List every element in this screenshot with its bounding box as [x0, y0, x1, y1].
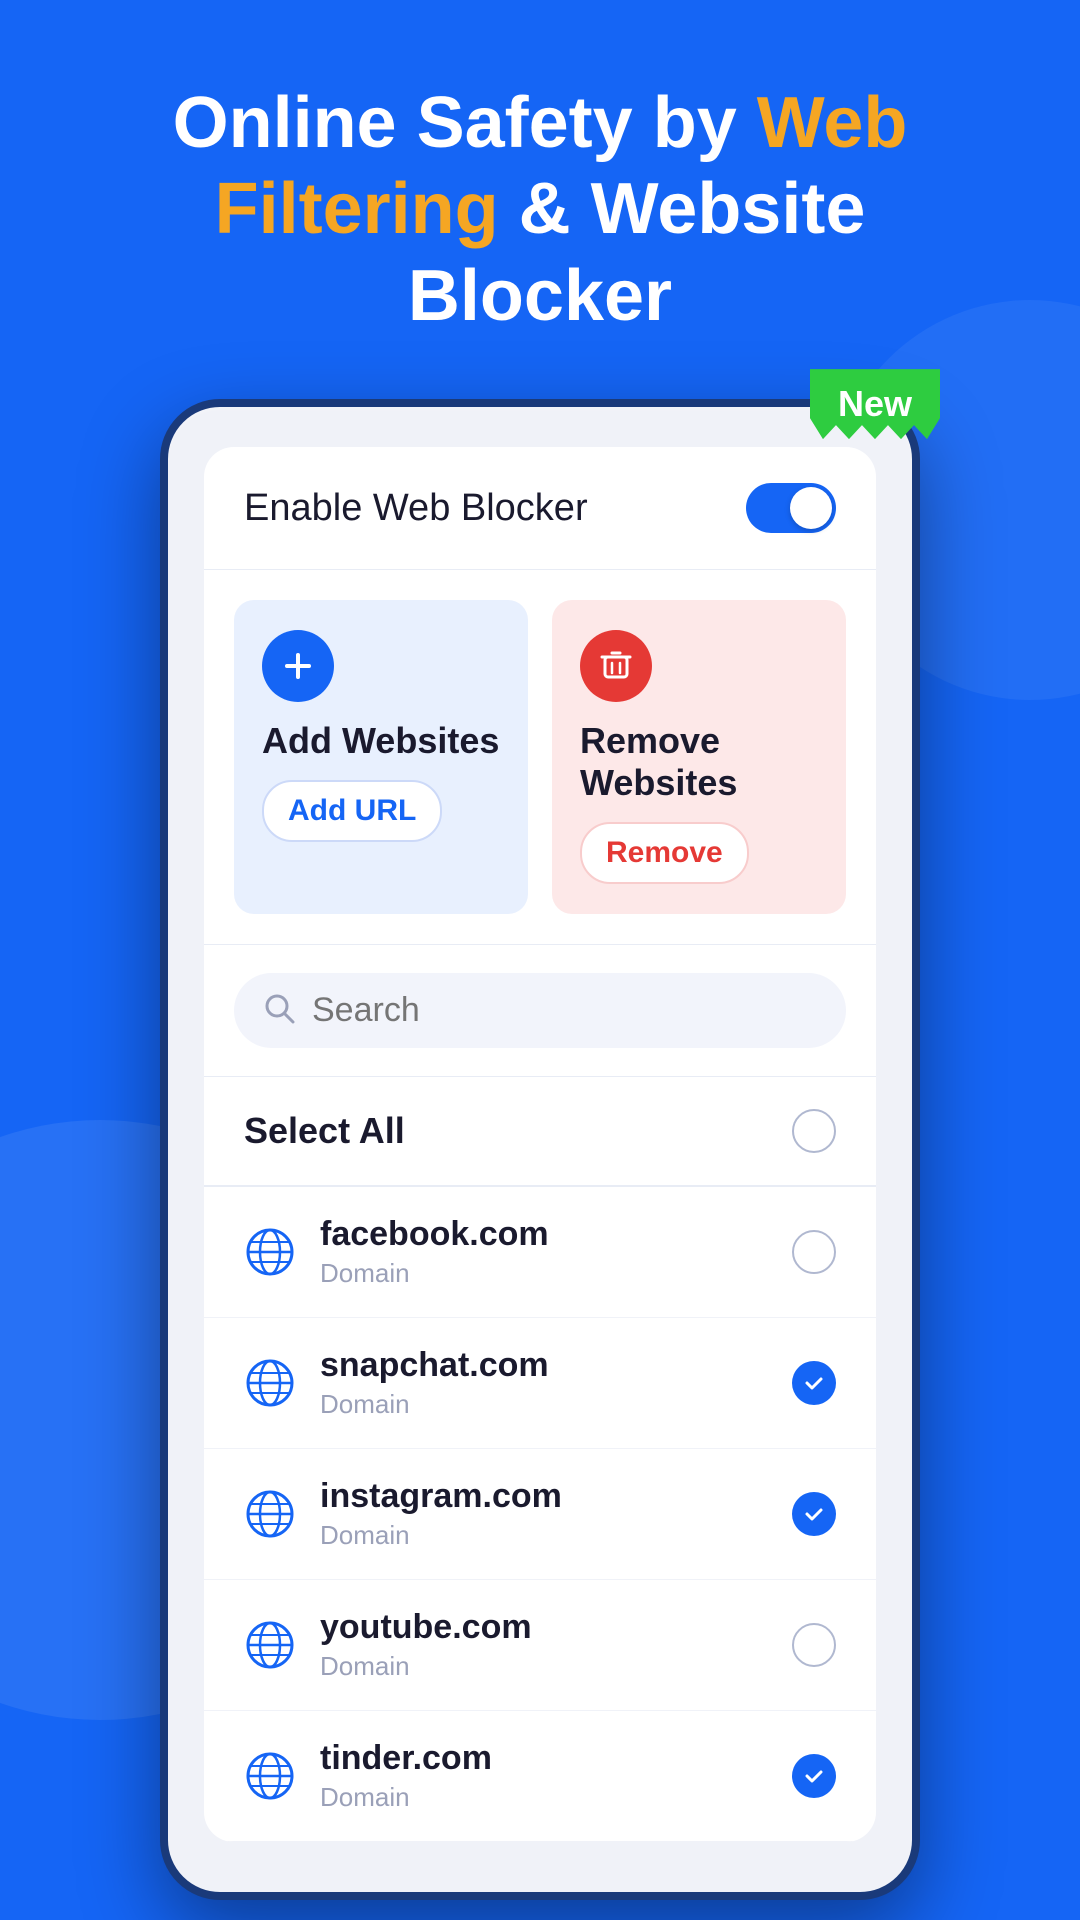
phone-content: Enable Web Blocker Add Websites: [204, 447, 876, 1842]
globe-icon: [244, 1488, 296, 1540]
website-info-facebook: facebook.com Domain: [320, 1215, 768, 1289]
website-type: Domain: [320, 1782, 768, 1813]
website-item-snapchat[interactable]: snapchat.com Domain: [204, 1318, 876, 1449]
search-section: [204, 945, 876, 1077]
enable-web-blocker-label: Enable Web Blocker: [244, 487, 588, 530]
phone-wrapper: New Enable Web Blocker: [160, 399, 920, 1900]
website-type: Domain: [320, 1389, 768, 1420]
page-headline: Online Safety by Web Filtering & Website…: [173, 80, 908, 339]
add-websites-icon: [262, 630, 334, 702]
website-list: facebook.com Domain: [204, 1187, 876, 1842]
website-checkbox-snapchat[interactable]: [792, 1361, 836, 1405]
website-domain: instagram.com: [320, 1477, 768, 1516]
website-checkbox-instagram[interactable]: [792, 1492, 836, 1536]
globe-icon: [244, 1226, 296, 1278]
search-box: [234, 973, 846, 1048]
website-checkbox-youtube[interactable]: [792, 1623, 836, 1667]
remove-websites-title: Remove Websites: [580, 720, 818, 804]
website-type: Domain: [320, 1258, 768, 1289]
website-type: Domain: [320, 1520, 768, 1551]
phone-frame: Enable Web Blocker Add Websites: [160, 399, 920, 1900]
select-all-label: Select All: [244, 1110, 405, 1152]
website-item-facebook[interactable]: facebook.com Domain: [204, 1187, 876, 1318]
website-item-youtube[interactable]: youtube.com Domain: [204, 1580, 876, 1711]
add-url-button[interactable]: Add URL: [262, 780, 442, 842]
globe-icon: [244, 1619, 296, 1671]
remove-button[interactable]: Remove: [580, 822, 749, 884]
page-container: Online Safety by Web Filtering & Website…: [0, 0, 1080, 1920]
website-item-tinder[interactable]: tinder.com Domain: [204, 1711, 876, 1842]
website-type: Domain: [320, 1651, 768, 1682]
new-badge: New: [810, 369, 940, 439]
website-domain: youtube.com: [320, 1608, 768, 1647]
select-all-row[interactable]: Select All: [204, 1077, 876, 1187]
add-websites-card: Add Websites Add URL: [234, 600, 528, 914]
search-input[interactable]: [312, 991, 818, 1030]
add-websites-title: Add Websites: [262, 720, 500, 762]
remove-websites-card: Remove Websites Remove: [552, 600, 846, 914]
website-item-instagram[interactable]: instagram.com Domain: [204, 1449, 876, 1580]
enable-web-blocker-row: Enable Web Blocker: [204, 447, 876, 570]
website-info-tinder: tinder.com Domain: [320, 1739, 768, 1813]
search-icon: [262, 991, 296, 1030]
select-all-checkbox[interactable]: [792, 1109, 836, 1153]
website-domain: facebook.com: [320, 1215, 768, 1254]
website-domain: tinder.com: [320, 1739, 768, 1778]
website-domain: snapchat.com: [320, 1346, 768, 1385]
remove-websites-icon: [580, 630, 652, 702]
globe-icon: [244, 1357, 296, 1409]
globe-icon: [244, 1750, 296, 1802]
website-info-snapchat: snapchat.com Domain: [320, 1346, 768, 1420]
action-cards-row: Add Websites Add URL: [204, 570, 876, 945]
website-info-youtube: youtube.com Domain: [320, 1608, 768, 1682]
website-checkbox-tinder[interactable]: [792, 1754, 836, 1798]
website-info-instagram: instagram.com Domain: [320, 1477, 768, 1551]
website-checkbox-facebook[interactable]: [792, 1230, 836, 1274]
web-blocker-toggle[interactable]: [746, 483, 836, 533]
